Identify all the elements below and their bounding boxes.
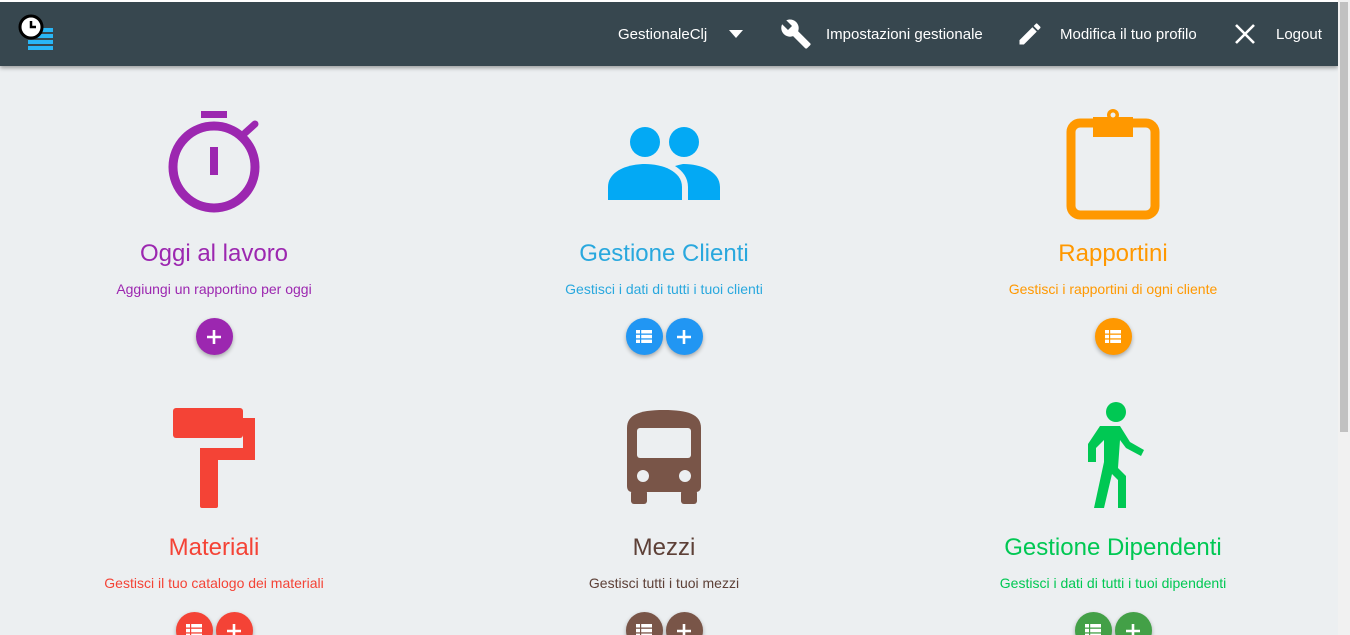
list-button[interactable] [625,318,663,355]
add-button[interactable] [665,318,703,355]
list-icon [636,330,652,343]
add-button[interactable] [665,612,703,635]
add-button[interactable] [1114,612,1152,635]
edit-profile-label: Modifica il tuo profilo [1060,25,1197,43]
stopwatch-icon[interactable] [159,105,269,220]
plus-icon [1126,623,1140,635]
card-gestione-dipendenti: Gestione Dipendenti Gestisci i dati di t… [893,396,1333,635]
plus-icon [227,623,241,635]
card-title: Gestione Dipendenti [1004,534,1222,561]
list-icon [636,624,652,635]
list-icon [1105,330,1121,343]
wrench-icon [781,19,811,49]
people-icon[interactable] [608,125,720,200]
card-mezzi: Mezzi Gestisci tutti i tuoi mezzi [444,396,884,635]
org-dropdown[interactable]: GestionaleClj [618,2,744,66]
scrollbar-thumb[interactable] [1340,2,1348,432]
close-icon [1235,24,1255,44]
list-button[interactable] [1074,612,1112,635]
card-title: Mezzi [632,534,696,561]
clipboard-icon[interactable] [1065,105,1161,220]
edit-profile-link[interactable]: Modifica il tuo profilo [1016,2,1197,66]
list-button[interactable] [1094,318,1132,355]
card-title: Oggi al lavoro [139,240,289,267]
add-button[interactable] [195,318,233,355]
top-app-bar: GestionaleClj Impostazioni gestionale Mo… [0,0,1338,66]
settings-label: Impostazioni gestionale [826,25,983,43]
card-rapportini: Rapportini Gestisci i rapportini di ogni… [893,102,1333,355]
list-button[interactable] [625,612,663,635]
plus-icon [677,329,691,344]
list-button[interactable] [175,612,213,635]
card-materiali: Materiali Gestisci il tuo catalogo dei m… [0,396,434,635]
card-subtitle: Gestisci i rapportini di ogni cliente [1008,281,1218,297]
card-subtitle: Gestisci i dati di tutti i tuoi clienti [565,281,763,297]
logout-link[interactable]: Logout [1234,2,1322,66]
vertical-scrollbar[interactable] [1338,0,1350,635]
paint-roller-icon[interactable] [169,404,259,509]
card-subtitle: Aggiungi un rapportino per oggi [116,281,312,297]
card-title: Gestione Clienti [579,240,749,267]
plus-icon [207,329,221,344]
plus-icon [677,623,691,635]
bus-icon[interactable] [623,406,705,506]
card-gestione-clienti: Gestione Clienti Gestisci i dati di tutt… [444,102,884,355]
card-subtitle: Gestisci tutti i tuoi mezzi [588,575,740,591]
list-icon [1085,624,1101,635]
card-title: Materiali [168,534,260,561]
settings-link[interactable]: Impostazioni gestionale [780,2,983,66]
org-dropdown-label: GestionaleClj [618,25,708,43]
card-title: Rapportini [1058,240,1168,267]
list-icon [186,624,202,635]
walking-person-icon[interactable] [1078,400,1148,512]
card-subtitle: Gestisci i dati di tutti i tuoi dipenden… [999,575,1227,591]
app-logo-icon[interactable] [16,14,56,54]
add-button[interactable] [215,612,253,635]
chevron-down-icon [729,30,744,38]
card-oggi-al-lavoro: Oggi al lavoro Aggiungi un rapportino pe… [0,102,434,355]
logout-label: Logout [1276,25,1322,43]
card-subtitle: Gestisci il tuo catalogo dei materiali [104,575,324,591]
pencil-icon [1019,23,1041,45]
